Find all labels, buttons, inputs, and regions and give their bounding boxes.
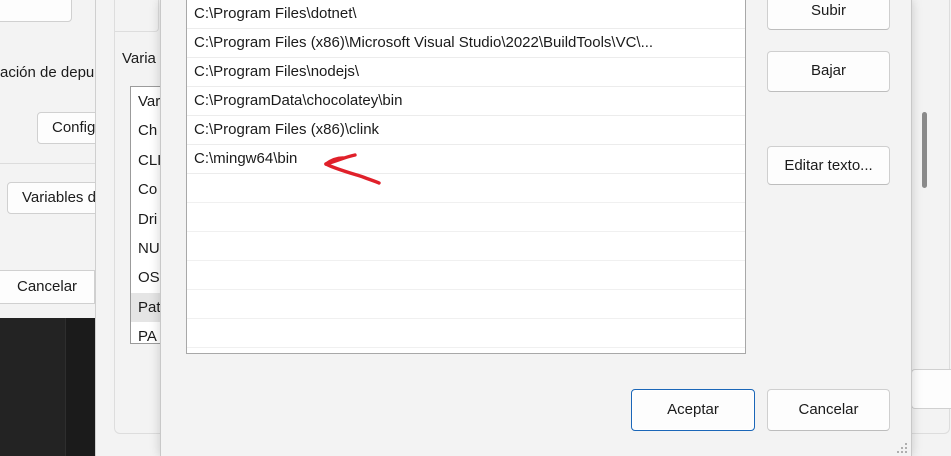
terminal-window [0, 318, 95, 456]
path-entry-row[interactable] [187, 203, 745, 232]
top-left-button[interactable] [0, 0, 72, 22]
path-entry-row[interactable]: C:\Program Files (x86)\Microsoft Visual … [187, 29, 745, 58]
path-entry-row[interactable]: C:\Program Files (x86)\clink [187, 116, 745, 145]
terminal-panel [0, 318, 66, 456]
path-entries-list[interactable]: C:\Program Files\dotnet\ C:\Program Files… [186, 0, 746, 354]
env-vars-button[interactable]: Variables d [7, 182, 107, 214]
path-entry-row[interactable] [187, 319, 745, 348]
edit-env-variable-window: C:\Program Files\dotnet\ C:\Program Files… [160, 0, 912, 456]
right-edge-button[interactable] [911, 369, 951, 409]
cancel-button-back[interactable]: Cancelar [0, 270, 95, 304]
system-vars-label: Varia [122, 50, 156, 67]
divider [0, 163, 95, 164]
path-entry-row[interactable]: C:\mingw64\bin [187, 145, 745, 174]
red-hand-drawn-arrow-icon [324, 153, 381, 185]
cancel-button[interactable]: Cancelar [767, 389, 890, 431]
debug-label: ación de depur [0, 64, 100, 81]
scrollbar[interactable] [921, 112, 929, 344]
path-entry-row[interactable] [187, 261, 745, 290]
path-entry-row[interactable]: C:\ProgramData\chocolatey\bin [187, 87, 745, 116]
move-up-button[interactable]: Subir [767, 0, 890, 30]
resize-grip-icon[interactable] [896, 442, 908, 454]
accept-button[interactable]: Aceptar [631, 389, 755, 431]
path-entry-row[interactable] [187, 232, 745, 261]
scrollbar-thumb[interactable] [922, 112, 927, 188]
path-entry-row[interactable]: C:\Program Files\nodejs\ [187, 58, 745, 87]
path-entry-row[interactable] [187, 290, 745, 319]
move-down-button[interactable]: Bajar [767, 51, 890, 92]
path-entry-row[interactable]: C:\Program Files\dotnet\ [187, 0, 745, 29]
edit-text-button[interactable]: Editar texto... [767, 146, 890, 185]
path-entry-row[interactable] [187, 174, 745, 203]
